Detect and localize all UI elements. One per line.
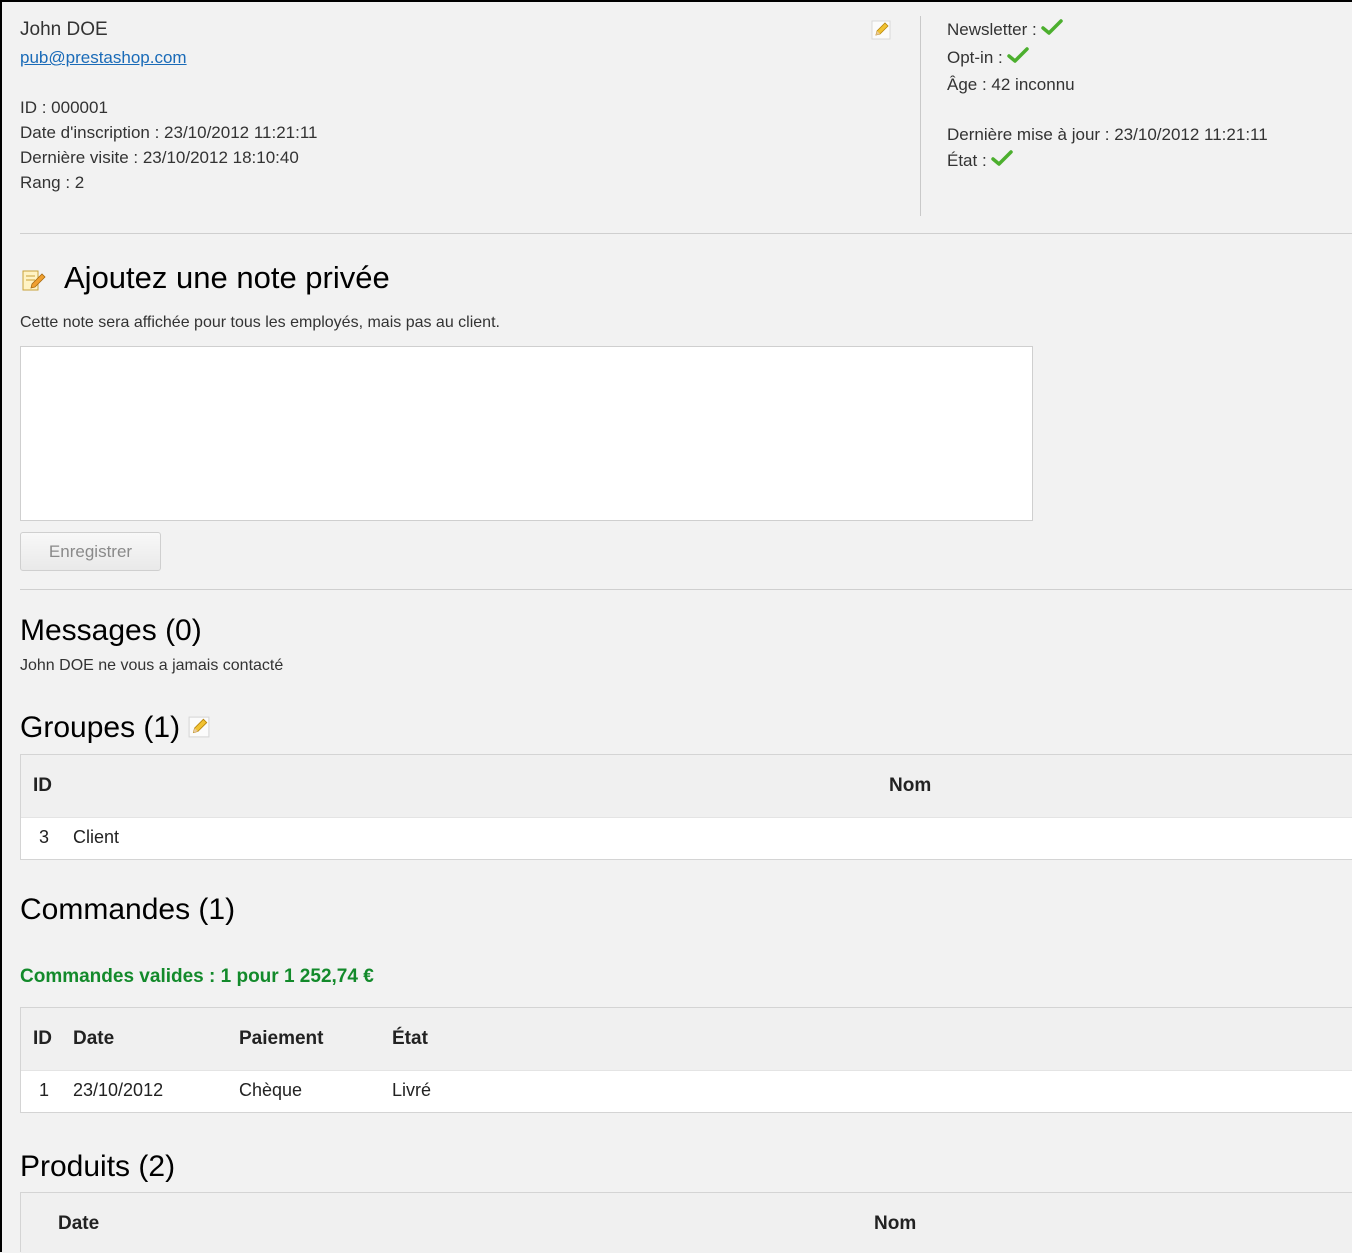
note-title: Ajoutez une note privée	[64, 260, 390, 295]
cell-id: 1	[39, 1080, 50, 1100]
customer-name: John DOE	[20, 19, 108, 40]
customer-email-link[interactable]: pub@prestashop.com	[20, 45, 187, 70]
messages-empty-text: John DOE ne vous a jamais contacté	[20, 657, 284, 674]
cell-id: 3	[39, 827, 50, 847]
table-header: ID Date Paiement État	[21, 1008, 1352, 1070]
column-header: ID	[33, 1028, 52, 1049]
cell-name: Client	[73, 827, 120, 847]
last-update-date: Dernière mise à jour : 23/10/2012 11:21:…	[947, 125, 1268, 144]
section-divider	[20, 589, 1352, 590]
customer-rank: Rang : 2	[20, 173, 85, 192]
note-icon	[21, 267, 47, 298]
customer-id: ID : 000001	[20, 98, 108, 117]
column-header: Nom	[874, 1213, 917, 1234]
edit-groups-pencil-icon[interactable]	[188, 712, 210, 746]
check-icon	[1007, 46, 1029, 71]
products-table: Date Nom	[20, 1192, 1352, 1253]
newsletter-label: Newsletter :	[947, 20, 1037, 39]
table-header: Date Nom	[21, 1193, 1352, 1253]
cell-date: 23/10/2012	[73, 1080, 164, 1100]
table-row[interactable]: 3 Client	[21, 817, 1352, 858]
valid-orders-summary: Commandes valides : 1 pour 1 252,74 €	[20, 966, 374, 987]
note-hint: Cette note sera affichée pour tous les e…	[20, 314, 500, 331]
orders-table: ID Date Paiement État 1 23/10/2012 Chèqu…	[20, 1007, 1352, 1113]
account-state: État :	[947, 148, 1013, 174]
optin-label: Opt-in :	[947, 48, 1003, 67]
vertical-divider	[920, 16, 921, 216]
groups-title: Groupes (1)	[20, 711, 210, 746]
cell-state: Livré	[392, 1080, 432, 1100]
column-header: État	[392, 1028, 428, 1049]
optin-status: Opt-in :	[947, 45, 1029, 71]
products-title: Produits (2)	[20, 1150, 176, 1183]
column-header: Date	[73, 1028, 115, 1049]
check-icon	[1041, 18, 1063, 43]
column-header: Nom	[889, 775, 932, 796]
edit-customer-pencil-icon[interactable]	[871, 20, 891, 45]
state-label: État :	[947, 151, 987, 170]
private-note-textarea[interactable]	[20, 346, 1033, 521]
orders-title: Commandes (1)	[20, 893, 236, 926]
column-header: Date	[58, 1213, 100, 1234]
table-row[interactable]: 1 23/10/2012 Chèque Livré	[21, 1070, 1352, 1111]
table-header: ID Nom	[21, 755, 1352, 817]
messages-title: Messages (0)	[20, 614, 202, 647]
save-note-button[interactable]: Enregistrer	[20, 532, 161, 571]
last-visit-date: Dernière visite : 23/10/2012 18:10:40	[20, 148, 299, 167]
registration-date: Date d'inscription : 23/10/2012 11:21:11	[20, 123, 318, 142]
column-header: ID	[33, 775, 52, 796]
section-divider	[20, 233, 1352, 234]
check-icon	[990, 149, 1013, 174]
cell-payment: Chèque	[239, 1080, 303, 1100]
groups-table: ID Nom 3 Client	[20, 754, 1352, 860]
groups-title-text: Groupes (1)	[20, 711, 181, 744]
customer-age: Âge : 42 inconnu	[947, 75, 1075, 94]
column-header: Paiement	[239, 1028, 324, 1049]
newsletter-status: Newsletter :	[947, 17, 1063, 43]
